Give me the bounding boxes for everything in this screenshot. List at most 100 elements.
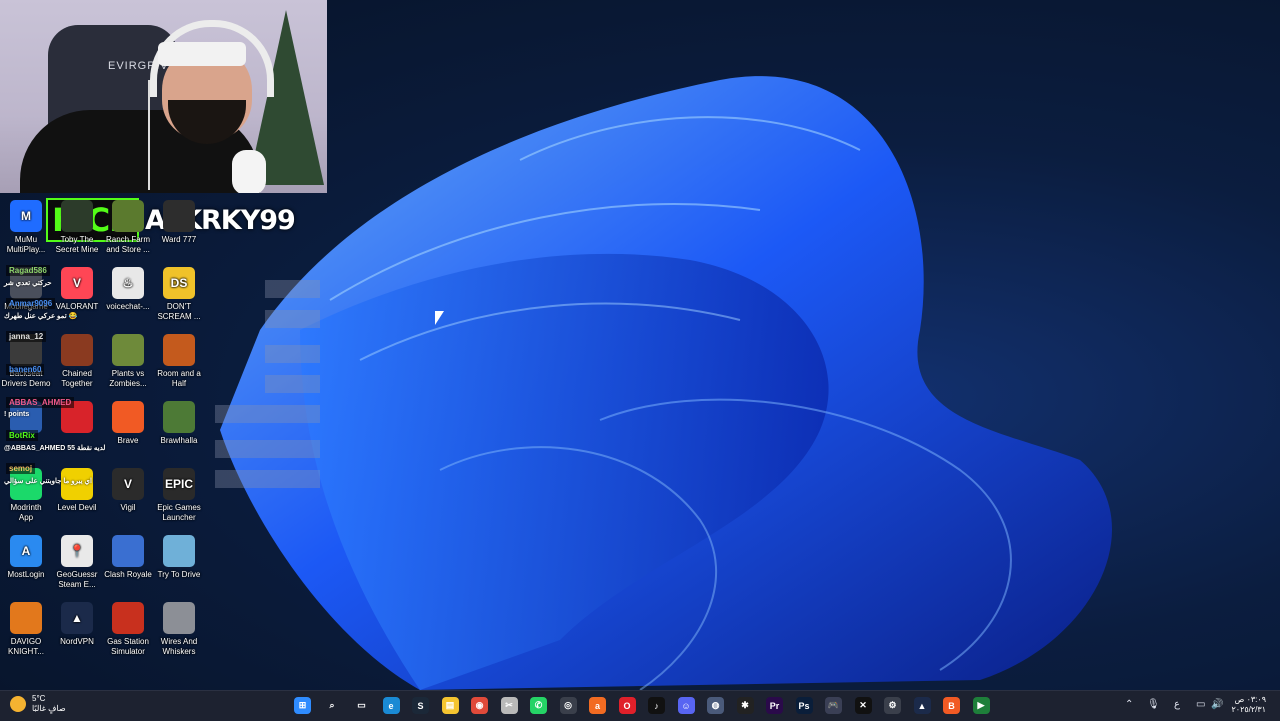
chevron-up-icon[interactable]: ⌃: [1125, 699, 1133, 710]
icon-sublabel: Simulator: [111, 647, 145, 656]
icon-label: VALORANT: [55, 302, 99, 311]
volume-icon[interactable]: 🔊: [1211, 699, 1223, 710]
edge-icon[interactable]: e: [382, 697, 400, 714]
icon-label: Clash Royale: [104, 570, 152, 579]
desktop-icon[interactable]: Brave: [102, 401, 154, 446]
clock-date: ٢٠٢٥/٢/٣١: [1231, 705, 1266, 714]
desktop-icon[interactable]: A MostLogin: [0, 535, 52, 580]
desktop-icon[interactable]: Chained Together: [51, 334, 103, 389]
microphone-tray-icon[interactable]: 🎙: [1147, 699, 1160, 710]
chrome-icon[interactable]: ◉: [471, 697, 488, 714]
chat-username: banen60: [6, 364, 45, 375]
icon-sublabel: App: [18, 513, 34, 522]
icon-label: Level Devil: [57, 503, 97, 512]
chat-row-background: [215, 405, 320, 423]
desktop-icon[interactable]: Toby The Secret Mine: [51, 200, 103, 255]
chat-username: semoj: [6, 463, 36, 474]
tiktok-icon[interactable]: ♪: [648, 697, 665, 714]
desktop-icon[interactable]: V VALORANT: [51, 267, 103, 312]
icon-sublabel: KNIGHT...: [7, 647, 44, 656]
app-icon: [112, 535, 144, 567]
icon-label: Wires And: [160, 637, 198, 646]
chat-row-background: [215, 470, 320, 488]
icon-label: DAVIGO: [10, 637, 42, 646]
capcut-icon[interactable]: ✱: [736, 697, 754, 714]
weather-temperature: 5°C: [32, 694, 46, 703]
desktop-icon[interactable]: Plants vs Zombies...: [102, 334, 154, 389]
task-view-icon[interactable]: ▭: [353, 697, 370, 714]
discord-icon[interactable]: ☺: [677, 697, 695, 714]
desktop-icon[interactable]: Room and a Half: [153, 334, 205, 389]
desktop-icon[interactable]: Wires And Whiskers: [153, 602, 205, 657]
desktop-icon[interactable]: M MuMu MultiPlay...: [0, 200, 52, 255]
desktop-icon[interactable]: Ranch Farm and Store ...: [102, 200, 154, 255]
photoshop-icon[interactable]: Ps: [795, 697, 813, 714]
icon-sublabel: MultiPlay...: [6, 245, 46, 254]
app-icon: [112, 200, 144, 232]
icon-sublabel: Half: [171, 379, 187, 388]
app-icon: [112, 334, 144, 366]
windows-start-icon[interactable]: ⊞: [294, 697, 311, 714]
weather-widget[interactable]: 5°C صافٍ غالبًا: [10, 694, 66, 714]
capcut-alt-icon[interactable]: ✕: [854, 697, 872, 714]
app-icon: [10, 602, 42, 634]
chat-row-background: [265, 280, 320, 298]
icon-label: Room and a: [157, 369, 201, 378]
system-clock[interactable]: ٠٣:٠٩ ص ٢٠٢٥/٢/٣١: [1231, 695, 1266, 715]
opera-icon[interactable]: O: [618, 697, 636, 714]
language-indicator[interactable]: ع: [1174, 699, 1180, 710]
icon-label: GeoGuessr: [56, 570, 98, 579]
icon-label: Epic Games: [157, 503, 201, 512]
desktop-icon[interactable]: ♨ voicechat-...: [102, 267, 154, 312]
media-player-icon[interactable]: ▶: [972, 697, 990, 714]
whatsapp-icon[interactable]: ✆: [530, 697, 547, 714]
desktop-icon[interactable]: Clash Royale: [102, 535, 154, 580]
search-icon[interactable]: ⌕: [324, 697, 341, 714]
desktop-icon[interactable]: EPIC Epic Games Launcher: [153, 468, 205, 523]
icon-label: Toby The: [60, 235, 94, 244]
mouse-cursor-icon: [435, 311, 444, 325]
nordvpn-icon[interactable]: ▲: [913, 697, 931, 714]
desktop-icon[interactable]: Gas Station Simulator: [102, 602, 154, 657]
desktop-icon[interactable]: DAVIGO KNIGHT...: [0, 602, 52, 657]
headband: [158, 42, 246, 66]
app-icon: ▲: [61, 602, 93, 634]
chat-message: تمو عركي عنل طهرك 😂: [4, 313, 78, 320]
steam-icon[interactable]: S: [412, 697, 429, 714]
file-explorer-icon[interactable]: ▤: [441, 697, 459, 714]
settings-icon[interactable]: ⚙: [884, 697, 901, 714]
obs-icon[interactable]: ◎: [559, 697, 577, 714]
icon-sublabel: Together: [61, 379, 93, 388]
chat-message: ! points: [4, 411, 30, 418]
icon-label: MuMu: [14, 235, 38, 244]
brave-icon[interactable]: B: [943, 697, 960, 714]
icon-label: Chained: [62, 369, 92, 378]
desktop-icon[interactable]: Ward 777: [153, 200, 205, 245]
app-icon: EPIC: [163, 468, 195, 500]
app-icon: M: [10, 200, 42, 232]
app-circle-icon[interactable]: ◍: [707, 697, 724, 714]
app-icon: DS: [163, 267, 195, 299]
network-icon[interactable]: ▭: [1196, 699, 1205, 710]
premiere-icon[interactable]: Pr: [766, 697, 783, 714]
desktop-icon[interactable]: Level Devil: [51, 468, 103, 513]
chat-username: ABBAS_AHMED: [6, 397, 75, 408]
chat-username: BotRix: [6, 430, 38, 441]
desktop-icon[interactable]: Brawlhalla: [153, 401, 205, 446]
gamepad-icon[interactable]: 🎮: [825, 697, 842, 714]
app-icon: A: [10, 535, 42, 567]
icon-label: NordVPN: [60, 637, 94, 646]
app-icon: [163, 200, 195, 232]
desktop-icon[interactable]: ▲ NordVPN: [51, 602, 103, 647]
desktop-icon[interactable]: Try To Drive: [153, 535, 205, 580]
snipping-icon[interactable]: ✂: [500, 697, 518, 714]
chat-username: janna_12: [6, 331, 47, 342]
avast-icon[interactable]: a: [589, 697, 606, 714]
desktop-icon[interactable]: V Vigil: [102, 468, 154, 513]
desktop-icon[interactable]: DS DON'T SCREAM ...: [153, 267, 205, 322]
desktop-icon[interactable]: BackseatDrivers Demo: [0, 334, 52, 389]
app-icon: [61, 334, 93, 366]
chat-row-background: [265, 345, 320, 363]
icon-label: voicechat-...: [106, 302, 150, 311]
desktop-icon[interactable]: 📍 GeoGuessr Steam E...: [51, 535, 103, 590]
